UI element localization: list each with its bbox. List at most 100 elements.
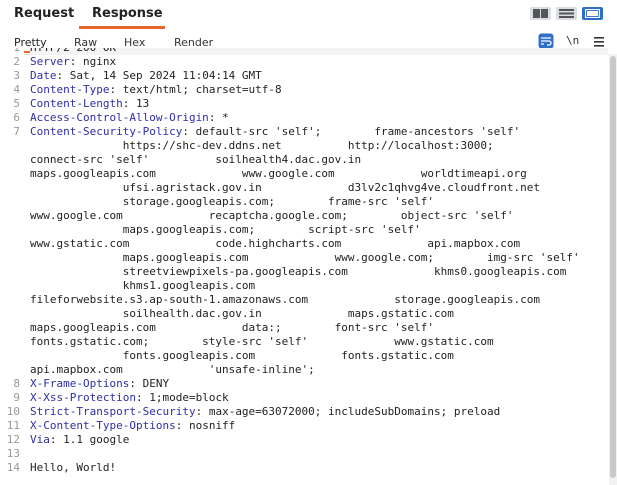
- line-number: 6: [13, 111, 20, 124]
- header-name: Access-Control-Allow-Origin: [30, 111, 209, 124]
- header-value: : *: [208, 111, 229, 124]
- word-wrap-toggle-icon[interactable]: [538, 33, 554, 49]
- rows-icon: [559, 9, 574, 18]
- header-name: X-Content-Type-Options: [30, 419, 176, 432]
- code-line: fonts.gstatic.com; style-src 'self' www.…: [30, 335, 608, 349]
- code-line: 10 Strict-Transport-Security: max-age=630…: [7, 405, 608, 419]
- split-horizontal-layout-button[interactable]: [530, 7, 551, 20]
- line-number: 4: [13, 83, 20, 96]
- header-value: : text/html; charset=utf-8: [109, 83, 282, 96]
- tab-request[interactable]: Request: [14, 6, 74, 21]
- line-text: streetviewpixels-pa.googleapis.com khms0…: [30, 265, 567, 278]
- line-number: 7: [13, 125, 20, 138]
- code-line: maps.googleapis.com www.google.com; img-…: [30, 251, 608, 265]
- line-text: maps.googleapis.com www.google.com world…: [30, 167, 527, 180]
- line-text: maps.googleapis.com www.google.com; img-…: [30, 251, 580, 264]
- line-text: HTTP/2 200 OK: [30, 48, 116, 54]
- header-value: : 1;mode=block: [135, 391, 229, 404]
- line-number: 9: [13, 391, 20, 404]
- line-number: 1: [2, 48, 20, 55]
- code-line: maps.googleapis.com data:; font-src 'sel…: [30, 321, 608, 335]
- line-number: 11: [6, 419, 20, 432]
- code-line: 11 X-Content-Type-Options: nosniff: [7, 419, 608, 433]
- code-line: api.mapbox.com 'unsafe-inline';: [30, 363, 608, 377]
- code-line: https://shc-dev.ddns.net http://localhos…: [30, 139, 608, 153]
- response-editor[interactable]: 1HTTP/2 200 OK2Server: nginx3Date: Sat, …: [0, 48, 608, 485]
- code-line: 6 Access-Control-Allow-Origin: *: [13, 111, 608, 125]
- code-line: fileforwebsite.s3.ap-south-1.amazonaws.c…: [30, 293, 608, 307]
- code-line: 5 Content-Length: 13: [13, 97, 608, 111]
- code-line: storage.googleapis.com; frame-src 'self': [30, 195, 608, 209]
- code-line: 8 X-Frame-Options: DENY: [13, 377, 608, 391]
- tabs-icon: [585, 9, 600, 18]
- line-number: 2: [13, 55, 20, 68]
- code-line: 9 X-Xss-Protection: 1;mode=block: [13, 391, 608, 405]
- line-text: storage.googleapis.com; frame-src 'self': [30, 195, 434, 208]
- line-number: 10: [6, 405, 20, 418]
- line-text: api.mapbox.com 'unsafe-inline';: [30, 363, 315, 376]
- header-value: : Sat, 14 Sep 2024 11:04:14 GMT: [56, 69, 262, 82]
- active-tab-indicator: [79, 26, 165, 29]
- header-name: Content-Type: [30, 83, 110, 96]
- code-line: fonts.googleapis.com fonts.gstatic.com: [30, 349, 608, 363]
- header-value: : nosniff: [175, 419, 236, 432]
- columns-icon: [533, 9, 548, 18]
- header-value: : DENY: [129, 377, 170, 390]
- code-line: 13: [7, 447, 608, 461]
- layout-switcher: [530, 7, 606, 21]
- header-name: X-Xss-Protection: [30, 391, 136, 404]
- header-name: Content-Security-Policy: [30, 125, 183, 138]
- line-text: Hello, World!: [30, 461, 117, 474]
- line-text: maps.googleapis.com; script-src 'self': [30, 223, 421, 236]
- vertical-scrollbar[interactable]: [609, 54, 617, 485]
- header-name: Via: [30, 433, 50, 446]
- line-text: khms1.googleapis.com: [30, 279, 256, 292]
- tab-response[interactable]: Response: [92, 6, 163, 21]
- code-line: khms1.googleapis.com: [30, 279, 608, 293]
- line-number: 13: [6, 447, 20, 460]
- line-text: fonts.googleapis.com fonts.gstatic.com: [30, 349, 454, 362]
- code-line: streetviewpixels-pa.googleapis.com khms0…: [30, 265, 608, 279]
- line-text: connect-src 'self' soilhealth4.dac.gov.i…: [30, 153, 362, 166]
- line-text: ufsi.agristack.gov.in d3lv2c1qhvg4ve.clo…: [30, 181, 540, 194]
- split-vertical-layout-button[interactable]: [556, 7, 577, 20]
- code-line: www.gstatic.com code.highcharts.com api.…: [30, 237, 608, 251]
- code-line: 7 Content-Security-Policy: default-src 's…: [13, 125, 608, 139]
- code-line: 14 Hello, World!: [7, 461, 608, 475]
- response-body: 1HTTP/2 200 OK2 Server: nginx 3 Date: Sat, …: [7, 48, 608, 475]
- code-line: connect-src 'self' soilhealth4.dac.gov.i…: [30, 153, 608, 167]
- header-value: : default-src 'self'; frame-ancestors 's…: [182, 125, 521, 138]
- menu-icon[interactable]: [593, 33, 609, 49]
- header-name: Server: [30, 55, 70, 68]
- line-text: soilhealth.dac.gov.in maps.gstatic.com: [30, 307, 454, 320]
- line-number: 8: [13, 377, 20, 390]
- line-number: 12: [6, 433, 20, 446]
- header-value: : max-age=63072000; includeSubDomains; p…: [195, 405, 501, 418]
- code-line: 2 Server: nginx: [13, 55, 608, 69]
- code-line: maps.googleapis.com www.google.com world…: [30, 167, 608, 181]
- code-line: maps.googleapis.com; script-src 'self': [30, 223, 608, 237]
- code-line: soilhealth.dac.gov.in maps.gstatic.com: [30, 307, 608, 321]
- header-name: Content-Length: [30, 97, 123, 110]
- header-name: Date: [30, 69, 57, 82]
- header-name: X-Frame-Options: [30, 377, 130, 390]
- code-line: www.google.com recaptcha.google.com; obj…: [30, 209, 608, 223]
- line-text: www.google.com recaptcha.google.com; obj…: [30, 209, 514, 222]
- code-line: 12 Via: 1.1 google: [7, 433, 608, 447]
- tabs-layout-button[interactable]: [582, 7, 603, 20]
- code-line: ufsi.agristack.gov.in d3lv2c1qhvg4ve.clo…: [30, 181, 608, 195]
- header-name: Strict-Transport-Security: [30, 405, 196, 418]
- line-text: fileforwebsite.s3.ap-south-1.amazonaws.c…: [30, 293, 540, 306]
- top-tab-bar: Request Response: [0, 0, 617, 30]
- scrollbar-thumb[interactable]: [610, 56, 616, 478]
- code-line: 1HTTP/2 200 OK: [13, 48, 608, 55]
- line-number: 14: [6, 461, 20, 474]
- line-text: fonts.gstatic.com; style-src 'self' www.…: [30, 335, 494, 348]
- code-line: 3 Date: Sat, 14 Sep 2024 11:04:14 GMT: [13, 69, 608, 83]
- header-value: : 13: [122, 97, 150, 110]
- code-line: 4 Content-Type: text/html; charset=utf-8: [13, 83, 608, 97]
- line-number: 5: [13, 97, 20, 110]
- line-text: maps.googleapis.com data:; font-src 'sel…: [30, 321, 434, 334]
- line-text: www.gstatic.com code.highcharts.com api.…: [30, 237, 521, 250]
- line-number: 3: [13, 69, 20, 82]
